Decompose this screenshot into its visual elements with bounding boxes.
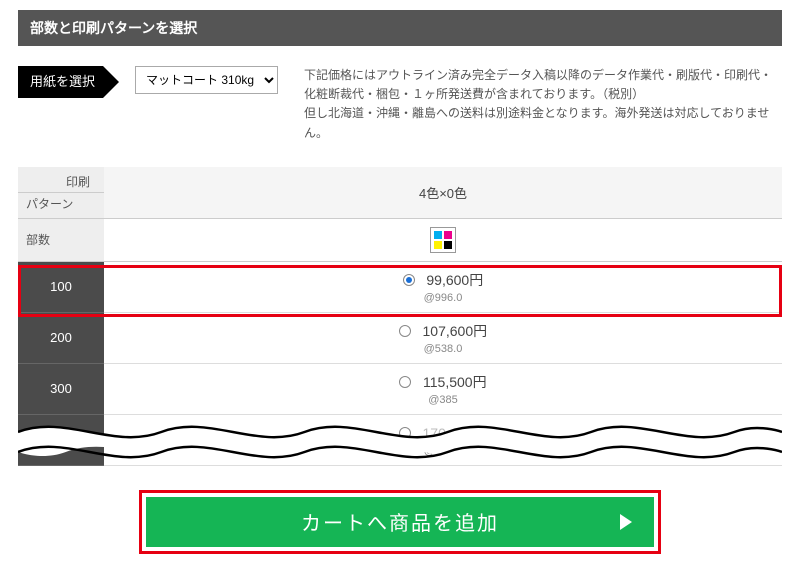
price-radio[interactable] xyxy=(399,376,411,388)
table-row[interactable]: 100 99,600円 @996.0 xyxy=(18,261,782,312)
price-unit: @170.4 xyxy=(104,445,782,457)
price-radio[interactable] xyxy=(403,274,415,286)
qty-cell: 100 xyxy=(18,261,104,312)
table-row[interactable]: 300 115,500円 @385 xyxy=(18,363,782,414)
table-row[interactable]: 200 107,600円 @538.0 xyxy=(18,312,782,363)
price-cell[interactable]: 170,400円 @170.4 xyxy=(104,414,782,465)
section-title: 部数と印刷パターンを選択 xyxy=(18,10,782,46)
qty-cell: 300 xyxy=(18,363,104,414)
price-table: 印刷 4色×0色 パターン 部数 100 99,600円 @996.0 xyxy=(18,167,782,466)
price-main: 107,600円 xyxy=(423,323,488,339)
qty-cell: 200 xyxy=(18,312,104,363)
pricing-note: 下記価格にはアウトライン済み完全データ入稿以降のデータ作業代・刷版代・印刷代・ … xyxy=(304,66,782,143)
price-unit: @538.0 xyxy=(104,343,782,355)
price-unit: @385 xyxy=(104,394,782,406)
header-qty: 部数 xyxy=(18,218,104,261)
price-radio[interactable] xyxy=(399,427,411,439)
price-cell[interactable]: 115,500円 @385 xyxy=(104,363,782,414)
paper-select-label: 用紙を選択 xyxy=(18,66,103,98)
play-icon xyxy=(620,514,632,530)
price-cell[interactable]: 107,600円 @538.0 xyxy=(104,312,782,363)
qty-cell: 1,000 xyxy=(18,414,104,465)
cmyk-icon-cell xyxy=(104,218,782,261)
add-to-cart-button[interactable]: カートへ商品を追加 xyxy=(146,497,654,547)
price-main: 115,500円 xyxy=(423,374,487,390)
header-pattern-top: 印刷 xyxy=(18,167,104,193)
header-pattern-bot: パターン xyxy=(18,192,104,218)
price-radio[interactable] xyxy=(399,325,411,337)
price-cell[interactable]: 99,600円 @996.0 xyxy=(104,261,782,312)
add-to-cart-label: カートへ商品を追加 xyxy=(301,513,499,535)
table-row[interactable]: 1,000 170,400円 @170.4 xyxy=(18,414,782,465)
price-main: 99,600円 xyxy=(426,272,483,288)
header-column: 4色×0色 xyxy=(104,167,782,219)
price-unit: @996.0 xyxy=(104,292,782,304)
add-to-cart-highlight: カートへ商品を追加 xyxy=(139,490,661,554)
paper-select[interactable]: マットコート 310kg xyxy=(135,66,278,94)
price-main: 170,400円 xyxy=(423,425,488,441)
cmyk-icon xyxy=(430,227,456,253)
